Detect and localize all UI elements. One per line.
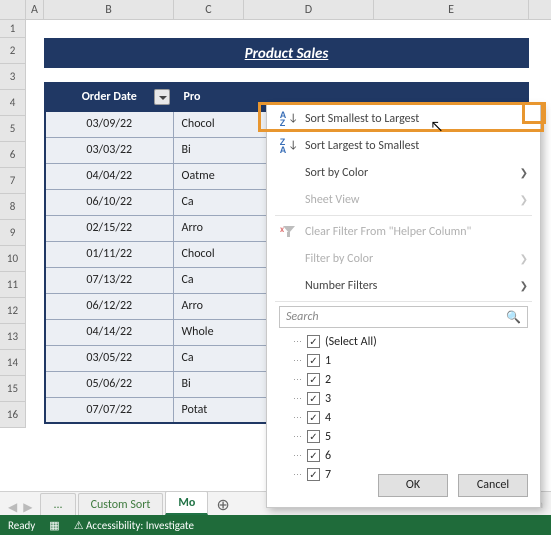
row-header[interactable]: 15: [0, 376, 25, 402]
filter-check-item[interactable]: ⋯✓4: [293, 408, 528, 427]
chevron-right-icon: ❯: [520, 279, 528, 292]
add-sheet-button[interactable]: ⊕: [210, 497, 235, 515]
col-header-d[interactable]: D: [244, 0, 374, 19]
status-accessibility[interactable]: Accessibility: Investigate: [74, 519, 194, 532]
row-header[interactable]: 7: [0, 168, 25, 194]
tab-nav-next-icon[interactable]: ▶: [23, 500, 32, 515]
row-header[interactable]: 1: [0, 20, 25, 38]
header-label: Order Date: [82, 90, 137, 104]
col-header-e[interactable]: E: [374, 0, 529, 19]
menu-sort-by-color[interactable]: Sort by Color ❯: [267, 159, 540, 186]
row-header[interactable]: 10: [0, 246, 25, 272]
page-title: Product Sales: [44, 38, 529, 68]
menu-label: Clear Filter From "Helper Column": [305, 225, 471, 239]
select-all-corner[interactable]: [0, 0, 26, 19]
filter-check-item[interactable]: ⋯✓(Select All): [293, 332, 528, 351]
row-header[interactable]: 2: [0, 38, 25, 64]
sort-desc-icon: ZA: [279, 138, 299, 154]
filter-check-item[interactable]: ⋯✓1: [293, 351, 528, 370]
row-header[interactable]: 14: [0, 350, 25, 376]
filter-button-date[interactable]: [154, 89, 170, 105]
separator: [275, 215, 532, 216]
sort-asc-icon: AZ: [279, 111, 299, 127]
row-header[interactable]: 13: [0, 324, 25, 350]
menu-label: Sort Largest to Smallest: [305, 139, 419, 153]
row-header[interactable]: 5: [0, 116, 25, 142]
menu-filter-by-color: Filter by Color ❯: [267, 245, 540, 272]
sheet-tab-ellipsis[interactable]: ...: [40, 493, 75, 515]
menu-sheet-view: Sheet View ❯: [267, 186, 540, 213]
cancel-button[interactable]: Cancel: [458, 474, 528, 497]
col-header-a[interactable]: A: [26, 0, 44, 19]
filter-search-input[interactable]: Search 🔍: [279, 306, 528, 328]
row-header[interactable]: 11: [0, 272, 25, 298]
filter-checklist[interactable]: ⋯✓(Select All) ⋯✓1 ⋯✓2 ⋯✓3 ⋯✓4 ⋯✓5 ⋯✓6 ⋯…: [293, 332, 528, 490]
clear-filter-icon: x: [279, 226, 299, 238]
col-header-b[interactable]: B: [44, 0, 174, 19]
row-header[interactable]: 12: [0, 298, 25, 324]
tab-nav-prev-icon[interactable]: ◀: [8, 500, 17, 515]
column-headers: A B C D E: [0, 0, 551, 20]
menu-number-filters[interactable]: Number Filters ❯: [267, 272, 540, 299]
header-label: Pro: [184, 90, 201, 104]
chevron-right-icon: ❯: [520, 193, 528, 206]
chevron-right-icon: ❯: [520, 166, 528, 179]
row-header[interactable]: 6: [0, 142, 25, 168]
row-header[interactable]: 9: [0, 220, 25, 246]
menu-label: Filter by Color: [305, 252, 373, 266]
menu-label: Number Filters: [305, 279, 377, 293]
menu-label: Sort Smallest to Largest: [305, 112, 419, 126]
menu-sort-ascending[interactable]: AZ Sort Smallest to Largest: [267, 105, 540, 132]
search-icon: 🔍: [506, 310, 521, 325]
filter-check-item[interactable]: ⋯✓3: [293, 389, 528, 408]
filter-dropdown: AZ Sort Smallest to Largest ZA Sort Larg…: [266, 104, 541, 508]
menu-clear-filter: x Clear Filter From "Helper Column": [267, 218, 540, 245]
menu-sort-descending[interactable]: ZA Sort Largest to Smallest: [267, 132, 540, 159]
filter-check-item[interactable]: ⋯✓6: [293, 446, 528, 465]
row-headers: 1 2 3 4 5 6 7 8 9 10 11 12 13 14 15 16: [0, 20, 26, 428]
status-ready: Ready: [8, 519, 35, 532]
status-bar: Ready ▦ Accessibility: Investigate: [0, 515, 551, 535]
sheet-tab-active[interactable]: Mo: [165, 491, 208, 515]
sheet-tab-custom-sort[interactable]: Custom Sort: [78, 493, 164, 515]
row-header[interactable]: 3: [0, 64, 25, 90]
ok-button[interactable]: OK: [378, 474, 448, 497]
header-order-date[interactable]: Order Date: [45, 83, 173, 111]
menu-label: Sort by Color: [305, 166, 368, 180]
menu-label: Sheet View: [305, 193, 359, 207]
separator: [275, 301, 532, 302]
placeholder-text: Search: [286, 310, 319, 324]
row-header[interactable]: 8: [0, 194, 25, 220]
row-header[interactable]: 16: [0, 402, 25, 428]
status-macro-icon[interactable]: ▦: [49, 519, 59, 532]
row-header[interactable]: 4: [0, 90, 25, 116]
filter-check-item[interactable]: ⋯✓2: [293, 370, 528, 389]
filter-check-item[interactable]: ⋯✓5: [293, 427, 528, 446]
chevron-right-icon: ❯: [520, 252, 528, 265]
col-header-c[interactable]: C: [174, 0, 244, 19]
